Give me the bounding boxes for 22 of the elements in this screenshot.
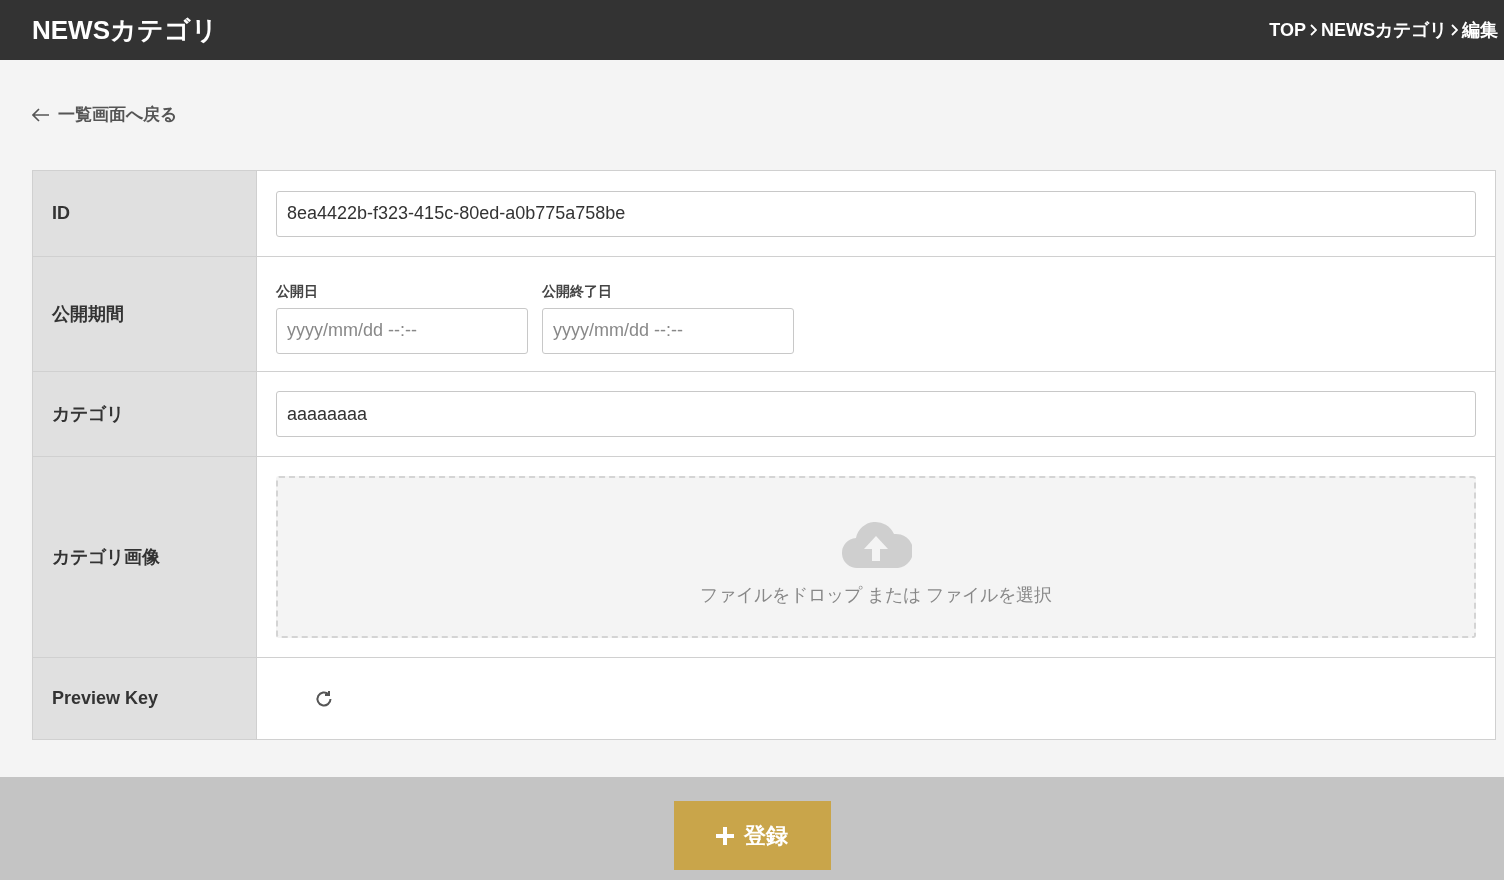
field-label: ID <box>52 202 70 225</box>
field-label: 公開期間 <box>52 302 124 326</box>
page-title: NEWSカテゴリ <box>32 13 218 47</box>
field-label: カテゴリ画像 <box>52 545 160 569</box>
breadcrumb-link[interactable]: 編集 <box>1462 16 1498 44</box>
chevron-right-icon <box>1451 24 1458 36</box>
field-label: カテゴリ <box>52 402 124 426</box>
chevron-right-icon <box>1310 24 1317 36</box>
refresh-icon <box>314 688 334 709</box>
datetime-field[interactable]: yyyy/mm/dd --:-- <box>542 307 794 354</box>
breadcrumb-link[interactable]: TOP <box>1269 16 1306 44</box>
datetime-field[interactable]: yyyy/mm/dd --:-- <box>276 307 528 354</box>
field-label: Preview Key <box>52 687 159 710</box>
drop-instruction: ファイルをドロップ または ファイルを選択 <box>700 583 1052 607</box>
breadcrumb-link[interactable]: NEWSカテゴリ <box>1321 16 1447 44</box>
plus-icon <box>716 826 734 845</box>
text-field[interactable]: 8ea4422b-f323-415c-80ed-a0b775a758be <box>276 190 1476 237</box>
left-arrow-icon <box>32 108 50 122</box>
date-label: 公開終了日 <box>542 281 612 301</box>
date-label: 公開日 <box>276 281 318 301</box>
text-field[interactable]: aaaaaaaa <box>276 391 1476 437</box>
back-link[interactable]: 一覧画面へ戻る <box>32 102 177 128</box>
